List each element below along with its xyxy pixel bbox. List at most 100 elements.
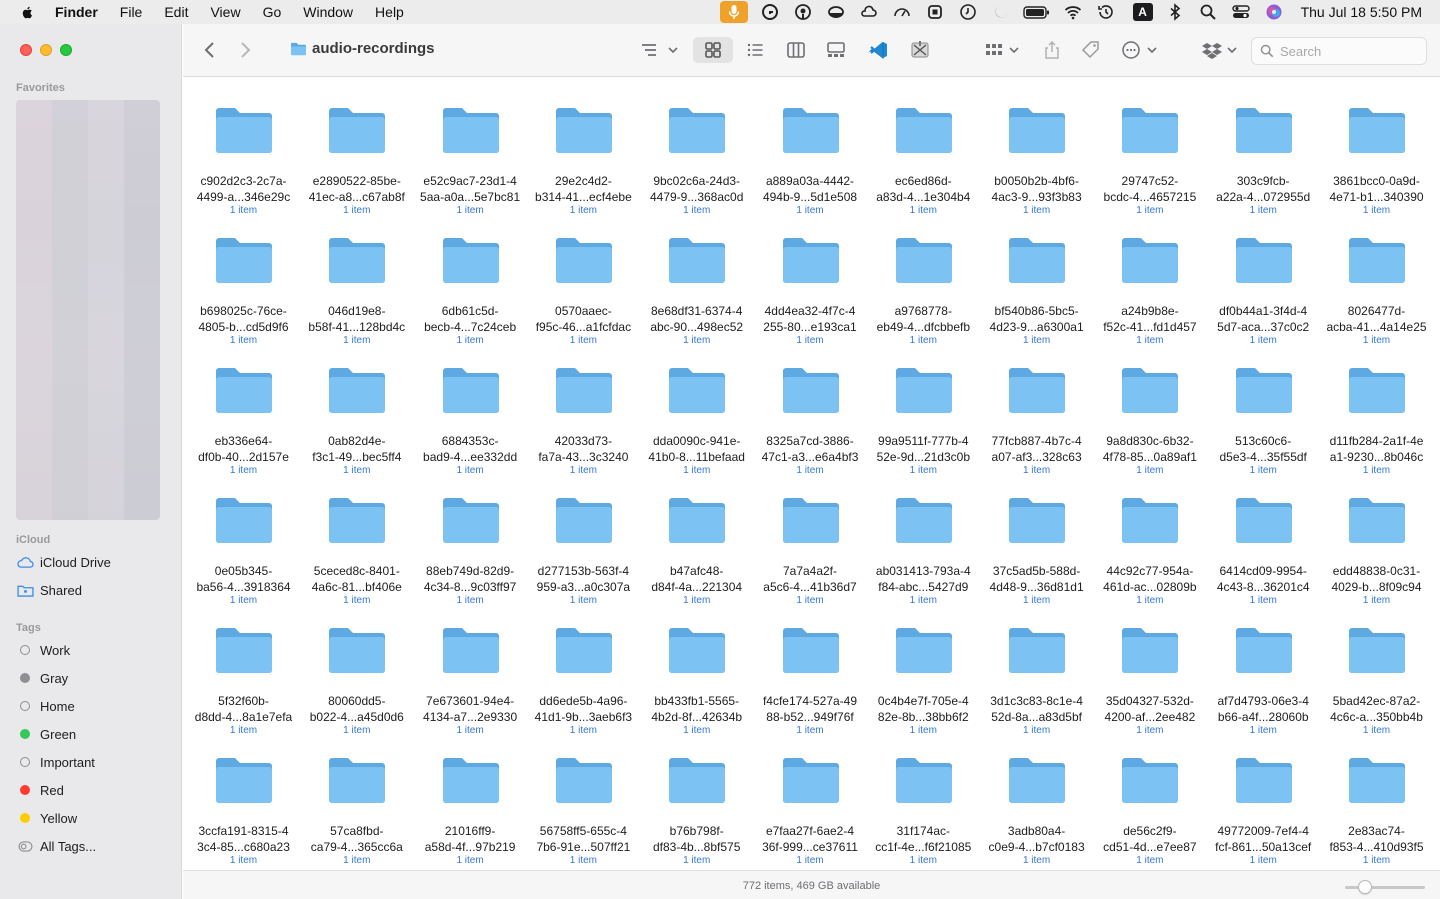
tag-green[interactable]: Green xyxy=(16,723,76,745)
sidebar-item-icloud-drive[interactable]: iCloud Drive xyxy=(16,551,111,573)
moon-icon[interactable] xyxy=(990,2,1012,22)
folder-item[interactable]: bf540b86-5bc5- 4d23-9...a6300a1 1 item xyxy=(980,208,1093,346)
menu-window[interactable]: Window xyxy=(303,4,353,20)
folder-item[interactable]: 9a8d830c-6b32- 4f78-85...0a89af1 1 item xyxy=(1093,338,1206,476)
folder-item[interactable]: 8325a7cd-3886- 47c1-a3...e6a4bf3 1 item xyxy=(754,338,867,476)
tag-yellow[interactable]: Yellow xyxy=(16,807,77,829)
tag-gray[interactable]: Gray xyxy=(16,667,68,689)
menu-help[interactable]: Help xyxy=(375,4,404,20)
folder-item[interactable]: af7d4793-06e3-4 b66-a4f...28060b 1 item xyxy=(1207,598,1320,736)
zoom-window-button[interactable] xyxy=(60,44,72,56)
menu-edit[interactable]: Edit xyxy=(164,4,188,20)
folder-item[interactable]: eb336e64- df0b-40...2d157e 1 item xyxy=(187,338,300,476)
folder-item[interactable]: 5ceced8c-8401- 4a6c-81...bf406e 1 item xyxy=(300,468,413,606)
list-view-button[interactable] xyxy=(743,38,767,62)
bluetooth-icon[interactable] xyxy=(1164,2,1186,22)
folder-item[interactable]: 3861bcc0-0a9d- 4e71-b1...340390 1 item xyxy=(1320,78,1433,216)
time-machine-icon[interactable] xyxy=(1095,2,1117,22)
folder-item[interactable]: 6884353c-bad9-4...ee332dd 1 item xyxy=(414,338,527,476)
app-extension-button[interactable] xyxy=(907,38,933,62)
folder-item[interactable]: 42033d73- fa7a-43...3c3240 1 item xyxy=(527,338,640,476)
dropbox-button[interactable] xyxy=(1201,38,1241,62)
folder-item[interactable]: dda0090c-941e- 41b0-8...11befaad 1 item xyxy=(640,338,753,476)
tag-important[interactable]: Important xyxy=(16,751,95,773)
menu-go[interactable]: Go xyxy=(263,4,282,20)
folder-item[interactable]: 49772009-7ef4-4 fcf-861...50a13cef 1 item xyxy=(1207,728,1320,866)
tag-red[interactable]: Red xyxy=(16,779,64,801)
folder-item[interactable]: 3d1c3c83-8c1e-4 52d-8a...a83d5bf 1 item xyxy=(980,598,1093,736)
folder-item[interactable]: e7faa27f-6ae2-4 36f-999...ce37611 1 item xyxy=(754,728,867,866)
folder-item[interactable]: b0050b2b-4bf6- 4ac3-9...93f3b83 1 item xyxy=(980,78,1093,216)
folder-item[interactable]: 29747c52- bcdc-4...4657215 1 item xyxy=(1093,78,1206,216)
folder-item[interactable]: f4cfe174-527a-49 88-b52...949f76f 1 item xyxy=(754,598,867,736)
folder-item[interactable]: 44c92c77-954a- 461d-ac...02809b 1 item xyxy=(1093,468,1206,606)
weather-icon[interactable] xyxy=(858,2,880,22)
folder-item[interactable]: 6db61c5d-becb-4...7c24ceb 1 item xyxy=(414,208,527,346)
clock-datetime[interactable]: Thu Jul 18 5:50 PM xyxy=(1301,4,1422,20)
grammarly-icon[interactable] xyxy=(759,2,781,22)
folder-item[interactable]: 513c60c6- d5e3-4...35f55df 1 item xyxy=(1207,338,1320,476)
folder-item[interactable]: 35d04327-532d- 4200-af...2ee482 1 item xyxy=(1093,598,1206,736)
folder-item[interactable]: 0c4b4e7f-705e-4 82e-8b...38bb6f2 1 item xyxy=(867,598,980,736)
folder-item[interactable]: dd6ede5b-4a96- 41d1-9b...3aeb6f3 1 item xyxy=(527,598,640,736)
folder-item[interactable]: 99a9511f-777b-4 52e-9d...21d3c0b 1 item xyxy=(867,338,980,476)
folder-item[interactable]: 7e673601-94e4- 4134-a7...2e9330 1 item xyxy=(414,598,527,736)
folder-item[interactable]: 7a7a4a2f-a5c6-4...41b36d7 1 item xyxy=(754,468,867,606)
folder-item[interactable]: 0ab82d4e-f3c1-49...bec5ff4 1 item xyxy=(300,338,413,476)
folder-item[interactable]: bb433fb1-5565- 4b2d-8f...42634b 1 item xyxy=(640,598,753,736)
folder-item[interactable]: ab031413-793a-4 f84-abc...5427d9 1 item xyxy=(867,468,980,606)
folder-item[interactable]: 77fcb887-4b7c-4 a07-af3...328c63 1 item xyxy=(980,338,1093,476)
folder-item[interactable]: 6414cd09-9954- 4c43-8...36201c4 1 item xyxy=(1207,468,1320,606)
gallery-view-button[interactable] xyxy=(824,38,848,62)
folder-item[interactable]: 37c5ad5b-588d- 4d48-9...36d81d1 1 item xyxy=(980,468,1093,606)
folder-item[interactable]: df0b44a1-3f4d-4 5d7-aca...37c0c2 1 item xyxy=(1207,208,1320,346)
folder-item[interactable]: 21016ff9- a58d-4f...97b219 1 item xyxy=(414,728,527,866)
stop-square-icon[interactable] xyxy=(924,2,946,22)
menu-file[interactable]: File xyxy=(120,4,143,20)
folder-item[interactable]: b47afc48- d84f-4a...221304 1 item xyxy=(640,468,753,606)
clock-icon[interactable] xyxy=(957,2,979,22)
more-actions-button[interactable] xyxy=(1121,38,1161,62)
folder-item[interactable]: 31f174ac-cc1f-4e...f6f21085 1 item xyxy=(867,728,980,866)
folder-item[interactable]: 88eb749d-82d9- 4c34-8...9c03ff97 1 item xyxy=(414,468,527,606)
folder-item[interactable]: de56c2f9- cd51-4d...e7ee87 1 item xyxy=(1093,728,1206,866)
folder-item[interactable]: ec6ed86d-a83d-4...1e304b4 1 item xyxy=(867,78,980,216)
all-tags[interactable]: All Tags... xyxy=(16,835,96,857)
folder-item[interactable]: b76b798f-df83-4b...8bf575 1 item xyxy=(640,728,753,866)
folder-item[interactable]: 8026477d-acba-41...4a14e25 1 item xyxy=(1320,208,1433,346)
search-field[interactable] xyxy=(1251,37,1427,65)
folder-item[interactable]: 9bc02c6a-24d3- 4479-9...368ac0d 1 item xyxy=(640,78,753,216)
folder-item[interactable]: 0570aaec-f95c-46...a1fcfdac 1 item xyxy=(527,208,640,346)
folder-item[interactable]: 2e83ac74- f853-4...410d93f5 1 item xyxy=(1320,728,1433,866)
wifi-icon[interactable] xyxy=(1062,2,1084,22)
control-center-icon[interactable] xyxy=(1230,2,1252,22)
folder-item[interactable]: 5bad42ec-87a2- 4c6c-a...350bb4b 1 item xyxy=(1320,598,1433,736)
folder-item[interactable]: e52c9ac7-23d1-4 5aa-a0a...5e7bc81 1 item xyxy=(414,78,527,216)
folder-item[interactable]: 4dd4ea32-4f7c-4 255-80...e193ca1 1 item xyxy=(754,208,867,346)
path-title[interactable]: audio-recordings xyxy=(290,40,435,57)
tag-home[interactable]: Home xyxy=(16,695,75,717)
microphone-icon[interactable] xyxy=(719,1,748,23)
folder-item[interactable]: edd48838-0c31- 4029-b...8f09c94 1 item xyxy=(1320,468,1433,606)
cup-icon[interactable] xyxy=(825,2,847,22)
share-button[interactable] xyxy=(1041,38,1063,62)
folder-item[interactable]: 8e68df31-6374-4 abc-90...498ec52 1 item xyxy=(640,208,753,346)
apple-logo-icon[interactable] xyxy=(19,4,35,20)
folder-item[interactable]: 57ca8fbd-ca79-4...365cc6a 1 item xyxy=(300,728,413,866)
folder-item[interactable]: 046d19e8- b58f-41...128bd4c 1 item xyxy=(300,208,413,346)
icon-size-slider-track[interactable] xyxy=(1345,886,1425,889)
folder-item[interactable]: a9768778- eb49-4...dfcbbefb 1 item xyxy=(867,208,980,346)
column-view-button[interactable] xyxy=(784,38,808,62)
folder-item[interactable]: 303c9fcb-a22a-4...072955d 1 item xyxy=(1207,78,1320,216)
icon-size-slider-knob[interactable] xyxy=(1358,880,1372,894)
back-button[interactable] xyxy=(199,38,221,62)
minimize-window-button[interactable] xyxy=(40,44,52,56)
forward-button[interactable] xyxy=(234,38,256,62)
gauge-icon[interactable] xyxy=(891,2,913,22)
folder-item[interactable]: b698025c-76ce- 4805-b...cd5d9f6 1 item xyxy=(187,208,300,346)
keyboard-input-icon[interactable]: A xyxy=(1132,3,1153,21)
close-window-button[interactable] xyxy=(20,44,32,56)
siri-icon[interactable] xyxy=(1263,2,1285,22)
menu-finder[interactable]: Finder xyxy=(55,4,98,20)
edit-tags-button[interactable] xyxy=(1080,38,1102,62)
